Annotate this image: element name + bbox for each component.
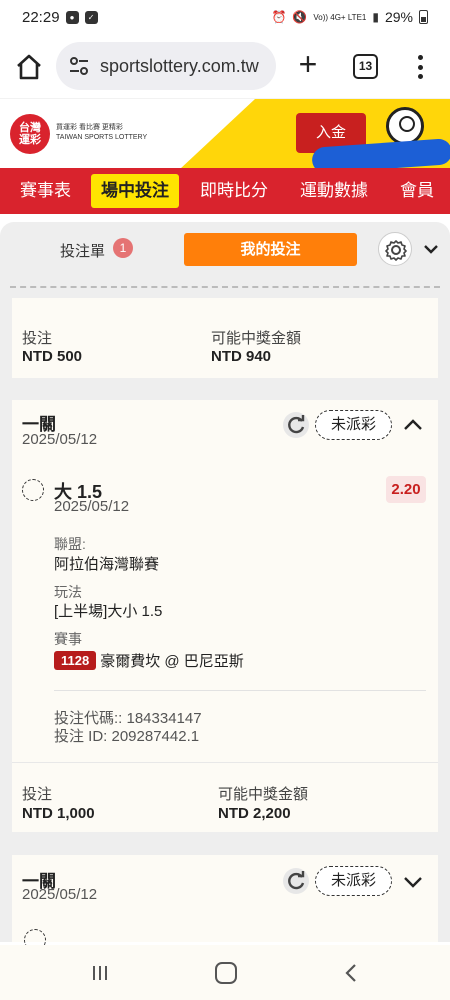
- mute-icon: 🔇: [292, 10, 308, 24]
- system-navigation-bar: [0, 945, 450, 1000]
- nav-item-sports-data[interactable]: 運動數據: [300, 168, 368, 214]
- tab-betslip[interactable]: 投注單: [60, 240, 105, 261]
- status-bar: 22:29 ● ✓ ⏰ 🔇 Vo)) 4G+ LTE1 ▮ 29%: [0, 0, 450, 34]
- new-tab-icon[interactable]: +: [293, 48, 323, 80]
- tab-switcher-button[interactable]: 13: [353, 54, 378, 79]
- match-id-badge: 1128: [54, 651, 97, 670]
- alarm-icon: ⏰: [271, 10, 287, 24]
- battery-percent: 29%: [384, 9, 413, 25]
- betslip-count-badge: 1: [113, 238, 133, 258]
- home-nav-icon[interactable]: [215, 962, 237, 984]
- chevron-down-icon[interactable]: [422, 240, 440, 258]
- bet-card-2: 一關 2025/05/12 未派彩 大 1.5 2025/05/12 2.20 …: [12, 400, 438, 832]
- selection-status-icon: [22, 479, 44, 501]
- match-teams: 豪爾費坎 @ 巴尼亞斯: [100, 653, 244, 670]
- browser-toolbar: sportslottery.com.tw + 13: [0, 34, 450, 98]
- site-header: 台灣 運彩 買運彩 看比賽 更精彩 TAIWAN SPORTS LOTTERY 入金: [0, 98, 450, 168]
- site-settings-icon[interactable]: [68, 55, 90, 77]
- stake-label: 投注: [22, 786, 53, 803]
- stake-value: NTD 500: [22, 348, 83, 365]
- gear-icon[interactable]: [378, 232, 412, 266]
- bet-card-1: 投注 NTD 500 可能中獎金額 NTD 940: [12, 298, 438, 378]
- divider: [12, 762, 438, 763]
- site-logo[interactable]: 台灣 運彩: [10, 114, 50, 154]
- status-time: 22:29: [22, 8, 60, 26]
- network-indicator: Vo)) 4G+ LTE1: [313, 12, 367, 22]
- user-account-icon[interactable]: [386, 107, 424, 145]
- league-value: 阿拉伯海灣聯賽: [54, 556, 160, 573]
- url-text: sportslottery.com.tw: [100, 55, 259, 76]
- bet-card-3: 一關 2025/05/12 未派彩: [12, 855, 438, 951]
- logo-tagline: 買運彩 看比賽 更精彩 TAIWAN SPORTS LOTTERY: [56, 124, 148, 141]
- selection-date: 2025/05/12: [54, 498, 130, 515]
- nav-item-live-scores[interactable]: 即時比分: [200, 168, 268, 214]
- nav-item-member[interactable]: 會員: [400, 168, 434, 214]
- event-label: 賽事: [54, 631, 82, 647]
- home-icon[interactable]: [14, 52, 44, 82]
- nav-item-live-betting[interactable]: 場中投注: [91, 174, 179, 208]
- check-notification-icon: ✓: [84, 10, 98, 24]
- nav-item-schedule[interactable]: 賽事表: [20, 168, 71, 214]
- chevron-down-icon[interactable]: [402, 871, 424, 893]
- refresh-icon[interactable]: [283, 868, 309, 894]
- refresh-icon[interactable]: [283, 412, 309, 438]
- bet-date: 2025/05/12: [22, 431, 98, 448]
- bet-id: 投注 ID: 209287442.1: [54, 728, 200, 745]
- payout-label: 可能中獎金額: [211, 330, 302, 347]
- payout-label: 可能中獎金額: [218, 786, 309, 803]
- back-icon[interactable]: [342, 962, 362, 984]
- stake-value: NTD 1,000: [22, 805, 95, 822]
- more-menu-icon[interactable]: [410, 52, 430, 82]
- betslip-header: 投注單 1 我的投注: [0, 222, 450, 276]
- line-app-icon: ●: [65, 10, 79, 24]
- tab-my-bets[interactable]: 我的投注: [184, 233, 357, 266]
- battery-icon: [419, 10, 428, 24]
- recent-apps-icon[interactable]: [90, 963, 110, 983]
- odds-badge: 2.20: [386, 476, 426, 503]
- main-nav: 賽事表 場中投注 即時比分 運動數據 會員: [0, 168, 450, 214]
- payout-value: NTD 940: [211, 348, 272, 365]
- status-badge: 未派彩: [315, 410, 392, 440]
- market-value: [上半場]大小 1.5: [54, 603, 163, 620]
- payout-value: NTD 2,200: [218, 805, 291, 822]
- league-label: 聯盟:: [54, 536, 86, 552]
- event-row: 1128 豪爾費坎 @ 巴尼亞斯: [54, 650, 244, 671]
- address-bar[interactable]: sportslottery.com.tw: [56, 42, 276, 90]
- signal-icon: ▮: [372, 10, 379, 24]
- market-label: 玩法: [54, 584, 82, 600]
- stake-label: 投注: [22, 330, 53, 347]
- ticket-divider: [10, 286, 440, 288]
- bet-date: 2025/05/12: [22, 886, 98, 903]
- status-badge: 未派彩: [315, 866, 392, 896]
- chevron-up-icon[interactable]: [402, 414, 424, 436]
- divider: [54, 690, 426, 691]
